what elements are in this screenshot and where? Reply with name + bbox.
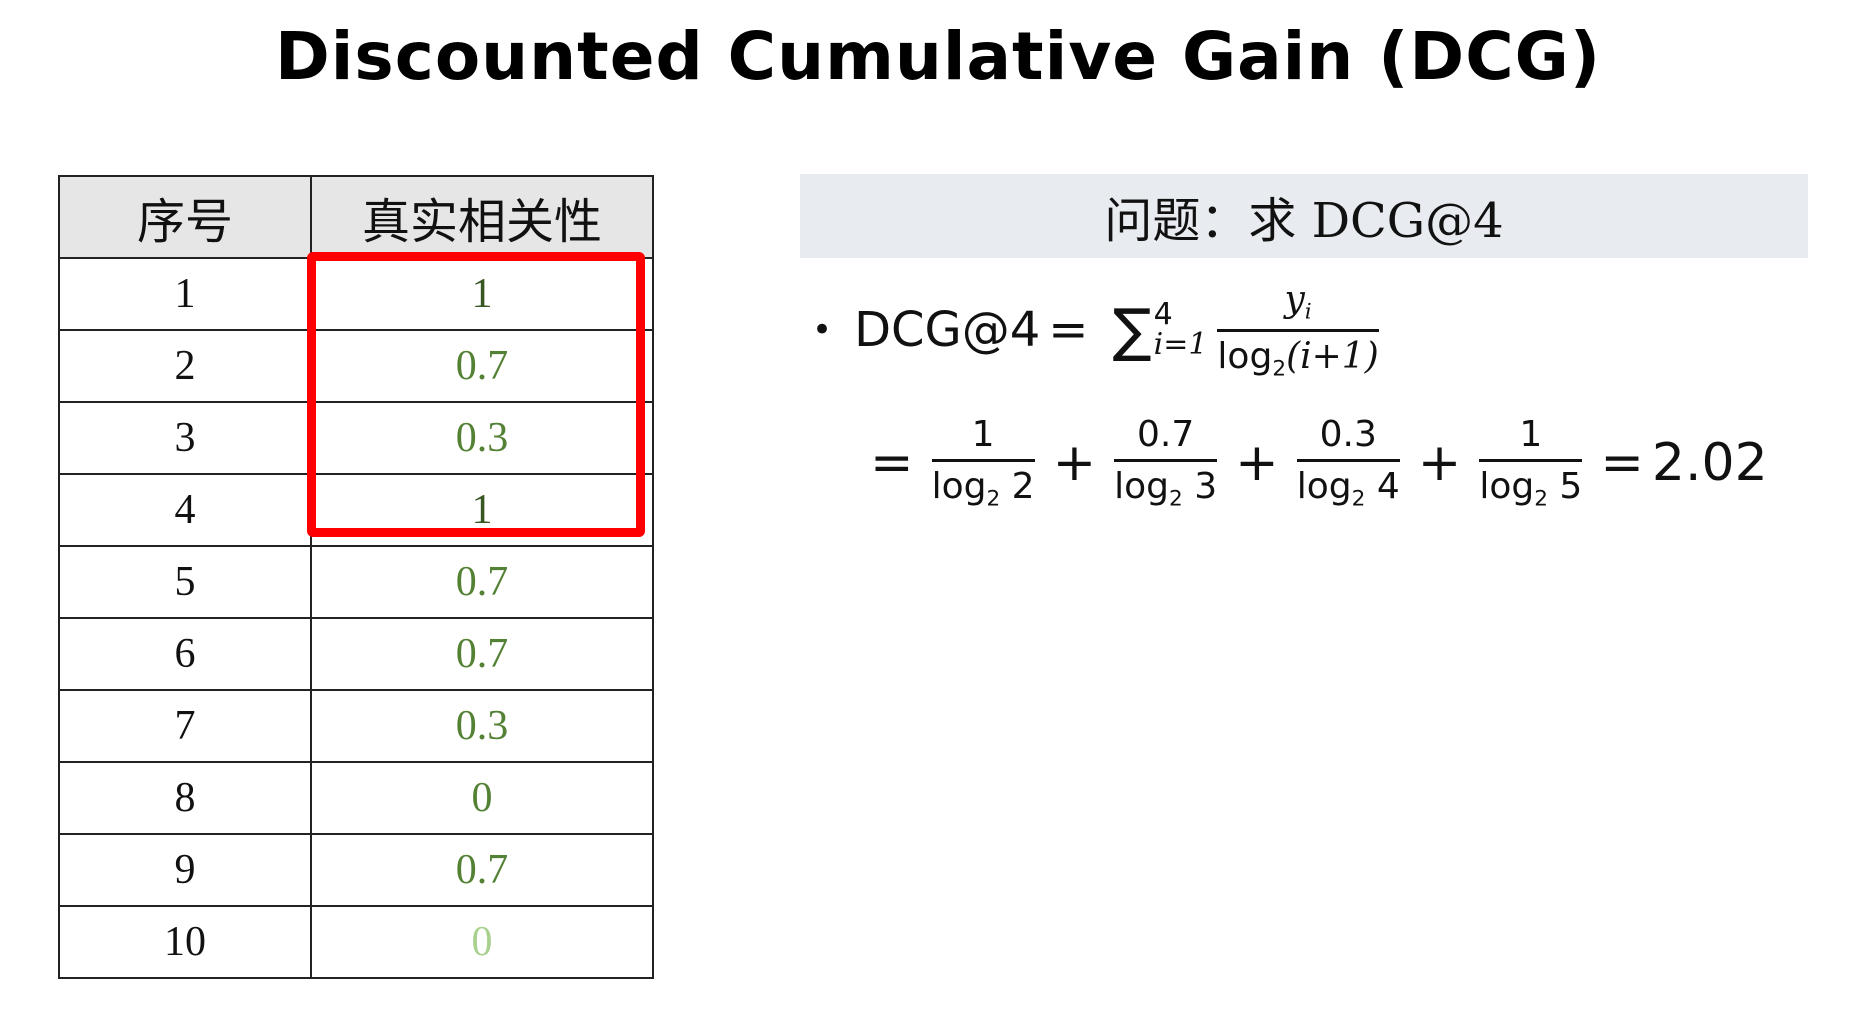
question-text: 问题：求 DCG@4 [1104,193,1504,249]
row-index: 8 [58,761,312,835]
formula-lhs: DCG@4 [854,302,1041,358]
log-text: log [931,466,987,508]
header-relevance: 真实相关性 [310,175,654,259]
row-relevance: 0.3 [310,689,654,763]
general-fraction: yi log2(i+1) [1217,278,1379,382]
row-index: 9 [58,833,312,907]
row-relevance: 1 [310,473,654,547]
dcg-expansion-formula: = 1 log2 2 + 0.7 log2 3 + 0.3 log2 4 + 1… [862,408,1768,518]
summation: ∑ 4 i=1 [1113,300,1208,360]
table-row: 7 0.3 [58,689,654,763]
table-row: 6 0.7 [58,617,654,691]
term-denominator: log2 3 [1114,462,1217,512]
term-fraction: 1 log2 2 [931,414,1035,512]
log-text: log [1114,466,1170,508]
log-text: log [1296,466,1352,508]
table-row: 5 0.7 [58,545,654,619]
log-argument: 2 [1011,466,1035,508]
row-relevance: 0.7 [310,545,654,619]
table-row: 4 1 [58,473,654,547]
plus-sign: + [1052,433,1097,493]
log-text: log [1479,466,1535,508]
fraction-numerator: yi [1217,278,1379,332]
term-fraction: 0.7 log2 3 [1114,414,1218,512]
log-base: 2 [1272,356,1287,382]
fraction-denominator: log2(i+1) [1217,332,1378,382]
term-fraction: 1 log2 5 [1479,414,1583,512]
row-index: 3 [58,401,312,475]
numerator-sub: i [1304,299,1312,325]
equals-sign: = [870,433,914,493]
equals-sign: = [1048,302,1089,358]
equals-sign: = [1600,433,1644,493]
term-denominator: log2 5 [1479,462,1582,512]
term-numerator: 1 [931,414,1035,463]
log-base: 2 [986,486,1001,512]
page-title: Discounted Cumulative Gain (DCG) [275,18,1601,95]
table-header-row: 序号 真实相关性 [58,175,654,259]
plus-sign: + [1235,433,1279,493]
row-relevance: 0 [310,761,654,835]
table-row: 3 0.3 [58,401,654,475]
dcg-definition-formula: • DCG@4 = ∑ 4 i=1 yi log2(i+1) [812,278,1389,382]
row-relevance: 0.3 [310,401,654,475]
table-row: 2 0.7 [58,329,654,403]
row-index: 5 [58,545,312,619]
row-relevance: 0 [310,905,654,979]
term-denominator: log2 4 [1297,462,1400,512]
row-relevance: 0.7 [310,329,654,403]
relevance-table: 序号 真实相关性 1 1 2 0.7 3 0.3 4 1 5 0.7 6 0.7 [58,175,654,979]
row-relevance: 0.7 [310,833,654,907]
table-row: 8 0 [58,761,654,835]
table-row: 1 1 [58,257,654,331]
term-numerator: 0.3 [1296,414,1400,463]
row-relevance: 0.7 [310,617,654,691]
plus-sign: + [1417,433,1462,493]
numerator-var: y [1284,278,1305,320]
question-banner: 问题：求 DCG@4 [800,174,1808,258]
sum-lower-limit: i=1 [1153,327,1208,362]
sum-limits: 4 i=1 [1154,300,1208,360]
term-fraction: 0.3 log2 4 [1296,414,1400,512]
term-denominator: log2 2 [932,462,1035,512]
log-argument: 3 [1194,466,1218,508]
row-relevance: 1 [310,257,654,331]
row-index: 4 [58,473,312,547]
row-index: 1 [58,257,312,331]
table-row: 9 0.7 [58,833,654,907]
sigma-symbol: ∑ [1112,296,1152,364]
term-numerator: 1 [1479,414,1583,463]
row-index: 10 [58,905,312,979]
log-argument: (i+1) [1286,335,1379,377]
row-index: 6 [58,617,312,691]
term-numerator: 0.7 [1114,414,1218,463]
formula-result: 2.02 [1651,433,1768,493]
log-argument: 4 [1376,466,1400,508]
log-base: 2 [1534,486,1548,512]
bullet-icon: • [812,310,833,350]
table-row: 10 0 [58,905,654,979]
log-text: log [1217,335,1273,377]
header-index: 序号 [58,175,312,259]
row-index: 7 [58,689,312,763]
log-argument: 5 [1559,466,1583,508]
row-index: 2 [58,329,312,403]
sum-upper-limit: 4 [1153,297,1173,332]
log-base: 2 [1169,486,1183,512]
log-base: 2 [1351,486,1366,512]
